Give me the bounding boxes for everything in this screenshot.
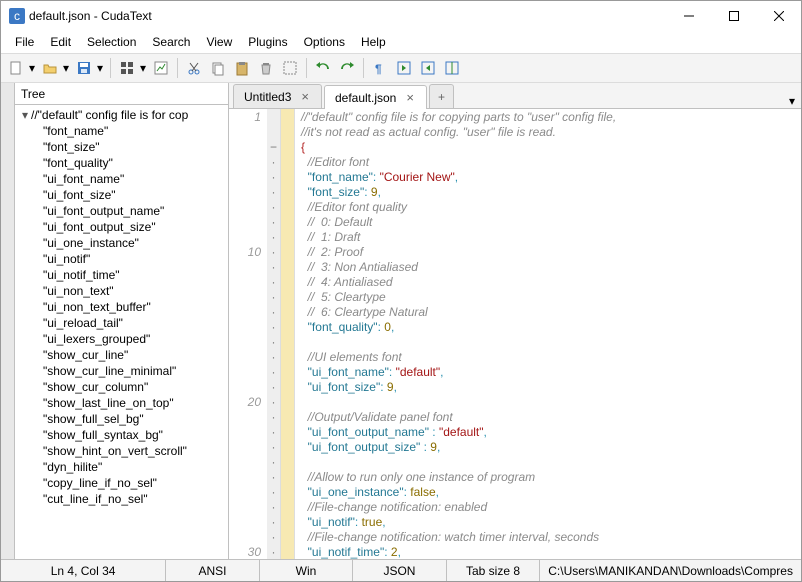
svg-text:c: c — [14, 9, 20, 23]
undo-button[interactable] — [312, 57, 334, 79]
tree-item[interactable]: "font_name" — [15, 123, 228, 139]
cut-button[interactable] — [183, 57, 205, 79]
menu-selection[interactable]: Selection — [79, 33, 144, 51]
menu-plugins[interactable]: Plugins — [240, 33, 295, 51]
tree-root-label[interactable]: //"default" config file is for cop — [31, 108, 188, 122]
tree-item[interactable]: "ui_lexers_grouped" — [15, 331, 228, 347]
redo-button[interactable] — [336, 57, 358, 79]
indent-left-button[interactable] — [393, 57, 415, 79]
maximize-button[interactable] — [711, 1, 756, 31]
tab[interactable]: default.json × — [324, 85, 427, 109]
tab-overflow-button[interactable]: ▾ — [783, 94, 801, 108]
app-icon: c — [9, 8, 25, 24]
main-area: Tree ▾//"default" config file is for cop… — [1, 83, 801, 559]
tree-item[interactable]: "show_cur_line_minimal" — [15, 363, 228, 379]
tree-item[interactable]: "font_size" — [15, 139, 228, 155]
status-tabsize[interactable]: Tab size 8 — [447, 560, 541, 581]
tree-item[interactable]: "ui_one_instance" — [15, 235, 228, 251]
tree-header: Tree — [15, 83, 228, 105]
tree-item[interactable]: "copy_line_if_no_sel" — [15, 475, 228, 491]
menu-help[interactable]: Help — [353, 33, 394, 51]
line-number-gutter: 1102030 — [229, 109, 267, 559]
tree-item[interactable]: "cut_line_if_no_sel" — [15, 491, 228, 507]
menu-edit[interactable]: Edit — [42, 33, 79, 51]
preview-button[interactable] — [150, 57, 172, 79]
svg-text:¶: ¶ — [375, 62, 382, 76]
toolbar: ▾ ▾ ▾ ▾ ¶ — [1, 53, 801, 83]
tab-label: Untitled3 — [244, 90, 291, 104]
tree-item[interactable]: "show_hint_on_vert_scroll" — [15, 443, 228, 459]
tree-item[interactable]: "ui_font_name" — [15, 171, 228, 187]
tree-item[interactable]: "dyn_hilite" — [15, 459, 228, 475]
new-tab-button[interactable]: + — [429, 84, 454, 108]
tree-item[interactable]: "ui_font_output_name" — [15, 203, 228, 219]
menu-view[interactable]: View — [198, 33, 240, 51]
tree-item[interactable]: "ui_non_text" — [15, 283, 228, 299]
tree-item[interactable]: "show_last_line_on_top" — [15, 395, 228, 411]
change-gutter — [281, 109, 295, 559]
tree-body[interactable]: ▾//"default" config file is for cop"font… — [15, 105, 228, 559]
delete-button[interactable] — [255, 57, 277, 79]
tree-item[interactable]: "ui_notif_time" — [15, 267, 228, 283]
code-editor[interactable]: 1102030 −··························· //"… — [229, 109, 801, 559]
window-title: default.json - CudaText — [29, 9, 666, 23]
status-lexer[interactable]: JSON — [353, 560, 447, 581]
tree-header-label: Tree — [21, 87, 45, 101]
code-area[interactable]: //"default" config file is for copying p… — [295, 109, 801, 559]
tree-item[interactable]: "show_full_sel_bg" — [15, 411, 228, 427]
tree-item[interactable]: "ui_notif" — [15, 251, 228, 267]
status-message: C:\Users\MANIKANDAN\Downloads\Compres — [540, 560, 801, 581]
menu-options[interactable]: Options — [296, 33, 353, 51]
tree-item[interactable]: "ui_font_output_size" — [15, 219, 228, 235]
paste-button[interactable] — [231, 57, 253, 79]
chevron-down-icon[interactable]: ▾ — [27, 61, 37, 75]
statusbar: Ln 4, Col 34 ANSI Win JSON Tab size 8 C:… — [1, 559, 801, 581]
tree-item[interactable]: "ui_font_size" — [15, 187, 228, 203]
titlebar: c default.json - CudaText — [1, 1, 801, 31]
tree-item[interactable]: "font_quality" — [15, 155, 228, 171]
new-file-button[interactable] — [5, 57, 27, 79]
chevron-down-icon[interactable]: ▾ — [95, 61, 105, 75]
editor-pane: Untitled3 × default.json × + ▾ 1102030 −·····… — [229, 83, 801, 559]
chevron-down-icon[interactable]: ▾ — [61, 61, 71, 75]
tree-item[interactable]: "show_full_syntax_bg" — [15, 427, 228, 443]
tab-bar: Untitled3 × default.json × + ▾ — [229, 83, 801, 109]
tree-item[interactable]: "show_cur_column" — [15, 379, 228, 395]
open-file-button[interactable] — [39, 57, 61, 79]
menu-search[interactable]: Search — [144, 33, 198, 51]
menubar: FileEditSelectionSearchViewPluginsOption… — [1, 31, 801, 53]
tab-label: default.json — [335, 91, 396, 105]
close-button[interactable] — [756, 1, 801, 31]
tree-item[interactable]: "show_cur_line" — [15, 347, 228, 363]
chevron-down-icon[interactable]: ▾ — [138, 61, 148, 75]
tab[interactable]: Untitled3 × — [233, 84, 322, 108]
unprinted-button[interactable]: ¶ — [369, 57, 391, 79]
save-button[interactable] — [73, 57, 95, 79]
side-toolbar[interactable] — [1, 83, 15, 559]
grid-button[interactable] — [116, 57, 138, 79]
status-encoding[interactable]: ANSI — [166, 560, 260, 581]
tree-item[interactable]: "ui_reload_tail" — [15, 315, 228, 331]
status-line-ends[interactable]: Win — [260, 560, 354, 581]
close-icon[interactable]: × — [406, 93, 414, 103]
indent-right-button[interactable] — [417, 57, 439, 79]
copy-button[interactable] — [207, 57, 229, 79]
fold-gutter[interactable]: −··························· — [267, 109, 281, 559]
minimize-button[interactable] — [666, 1, 711, 31]
minimap-button[interactable] — [441, 57, 463, 79]
status-position[interactable]: Ln 4, Col 34 — [1, 560, 166, 581]
tree-panel: Tree ▾//"default" config file is for cop… — [15, 83, 229, 559]
tree-item[interactable]: "ui_non_text_buffer" — [15, 299, 228, 315]
menu-file[interactable]: File — [7, 33, 42, 51]
collapse-icon[interactable]: ▾ — [19, 108, 31, 122]
close-icon[interactable]: × — [301, 92, 309, 102]
select-all-button[interactable] — [279, 57, 301, 79]
